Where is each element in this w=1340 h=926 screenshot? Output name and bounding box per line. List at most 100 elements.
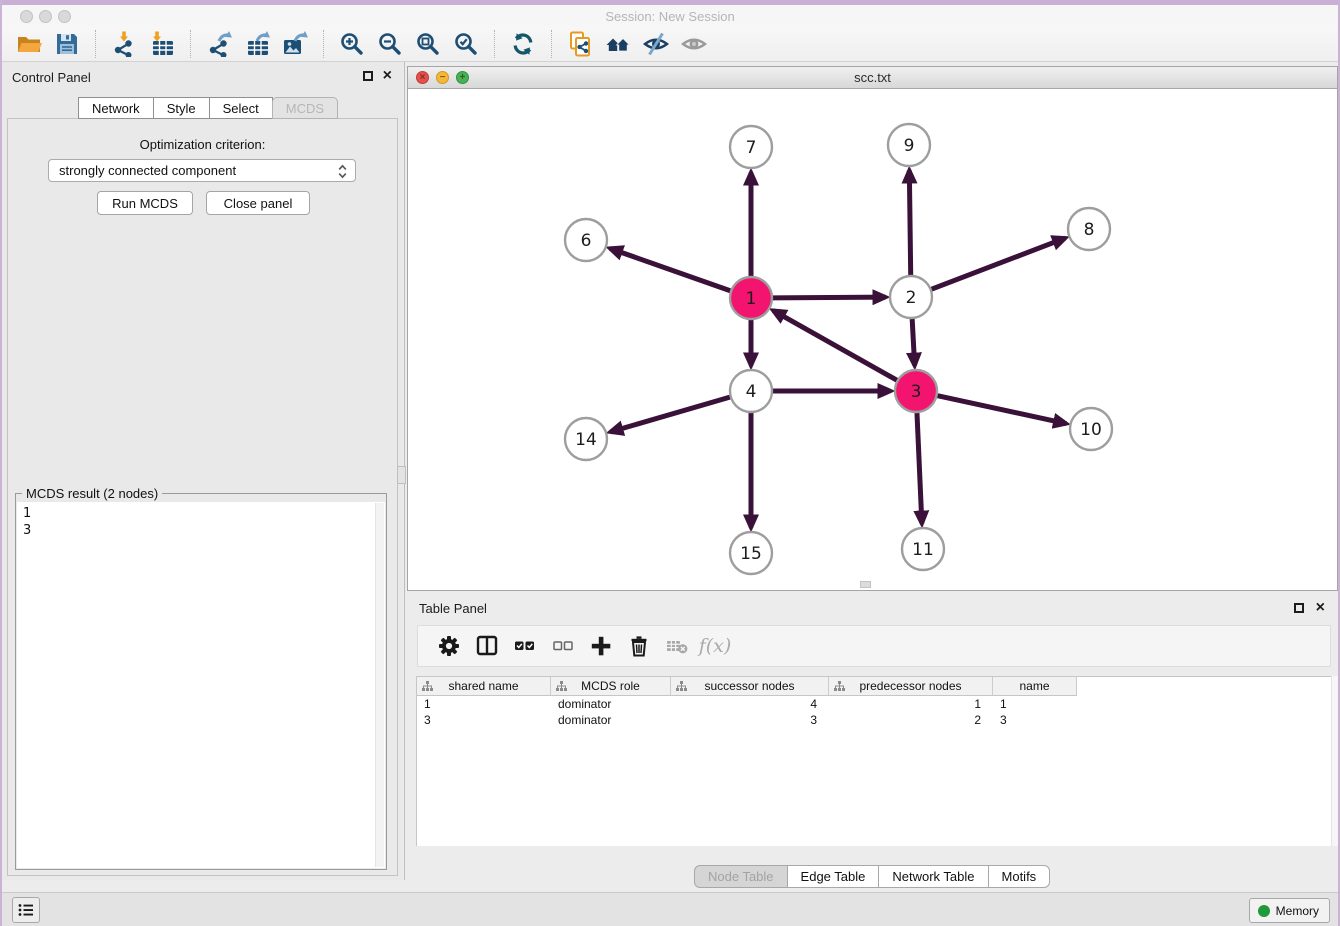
graph-node-9[interactable]: 9 (888, 124, 930, 166)
table-toolbar: f(x) (417, 625, 1331, 667)
zoom-fit-icon[interactable] (412, 29, 444, 59)
graph-node-1[interactable]: 1 (730, 277, 772, 319)
graph-node-2[interactable]: 2 (890, 276, 932, 318)
tab-motifs[interactable]: Motifs (988, 865, 1051, 888)
graph-edge-2-3[interactable] (912, 319, 914, 366)
graph-edge-3-10[interactable] (937, 396, 1066, 424)
export-table-icon[interactable] (241, 29, 273, 59)
graph-edge-1-6[interactable] (610, 248, 730, 290)
import-table-icon[interactable] (146, 29, 178, 59)
float-table-panel-icon[interactable] (1294, 603, 1304, 613)
table-cell[interactable]: 1 (993, 696, 1077, 712)
svg-text:9: 9 (904, 136, 915, 156)
graph-node-10[interactable]: 10 (1070, 408, 1112, 450)
task-history-button[interactable] (12, 897, 40, 923)
criterion-select[interactable]: strongly connected component (48, 159, 356, 182)
table-row[interactable]: 3dominator323 (417, 712, 1332, 728)
zoom-selected-icon[interactable] (450, 29, 482, 59)
settings-icon[interactable] (434, 632, 464, 660)
tab-style[interactable]: Style (153, 97, 210, 119)
result-scrollbar[interactable] (375, 503, 384, 867)
network-window-titlebar[interactable]: × − + scc.txt (408, 67, 1337, 89)
memory-button[interactable]: Memory (1249, 898, 1330, 923)
table-cell[interactable]: dominator (551, 696, 671, 712)
graph-node-15[interactable]: 15 (730, 532, 772, 574)
close-panel-icon[interactable]: × (383, 67, 392, 85)
column-header-predecessor-nodes[interactable]: predecessor nodes (829, 677, 993, 696)
table-cell[interactable]: 3 (417, 712, 551, 728)
tab-select[interactable]: Select (209, 97, 273, 119)
select-all-icon[interactable] (510, 632, 540, 660)
graph-edge-4-14[interactable] (610, 397, 729, 432)
mcds-result-title: MCDS result (2 nodes) (22, 486, 162, 501)
show-glyphs-icon[interactable] (678, 29, 710, 59)
table-cell[interactable]: dominator (551, 712, 671, 728)
home-icon[interactable] (602, 29, 634, 59)
control-panel-header: Control Panel × (2, 62, 403, 92)
criterion-value: strongly connected component (59, 163, 236, 178)
toolbar-separator (551, 30, 552, 58)
import-network-icon[interactable] (108, 29, 140, 59)
column-header-successor-nodes[interactable]: successor nodes (671, 677, 829, 696)
table-header-row: shared nameMCDS rolesuccessor nodesprede… (417, 677, 1332, 696)
table-panel: Table Panel × f(x) shared nameMCDS roles… (407, 595, 1338, 888)
graph-node-6[interactable]: 6 (565, 219, 607, 261)
control-panel-tabs: NetworkStyleSelectMCDS (79, 97, 338, 119)
graph-edge-2-9[interactable] (909, 170, 910, 275)
optimization-criterion-label: Optimization criterion: (8, 137, 397, 152)
save-session-icon[interactable] (51, 29, 83, 59)
zoom-out-icon[interactable] (374, 29, 406, 59)
graph-node-11[interactable]: 11 (902, 528, 944, 570)
chevron-updown-icon (338, 164, 347, 182)
export-image-icon[interactable] (279, 29, 311, 59)
table-cell[interactable]: 4 (671, 696, 829, 712)
toolbar-separator (323, 30, 324, 58)
column-header-mcds-role[interactable]: MCDS role (551, 677, 671, 696)
close-panel-button[interactable]: Close panel (206, 191, 310, 215)
network-view-window: × − + scc.txt 7 9 6 8 1 2 4 3 14 10 15 11 (407, 66, 1338, 591)
graph-edge-1-2[interactable] (773, 297, 886, 298)
graph-node-7[interactable]: 7 (730, 126, 772, 168)
tab-network-table[interactable]: Network Table (878, 865, 988, 888)
column-header-shared-name[interactable]: shared name (417, 677, 551, 696)
zoom-in-icon[interactable] (336, 29, 368, 59)
refresh-view-icon[interactable] (507, 29, 539, 59)
graph-edge-3-1[interactable] (773, 311, 897, 381)
graph-node-4[interactable]: 4 (730, 370, 772, 412)
mcds-result-text[interactable]: 1 3 (17, 502, 385, 868)
memory-label: Memory (1276, 904, 1319, 918)
network-canvas[interactable]: 7 9 6 8 1 2 4 3 14 10 15 11 (408, 89, 1337, 590)
export-network-icon[interactable] (203, 29, 235, 59)
network-view-title: scc.txt (408, 70, 1337, 85)
graph-node-8[interactable]: 8 (1068, 208, 1110, 250)
table-cell[interactable]: 1 (417, 696, 551, 712)
tab-edge-table[interactable]: Edge Table (787, 865, 880, 888)
add-column-icon[interactable] (586, 632, 616, 660)
table-cell[interactable]: 2 (829, 712, 993, 728)
table-cell[interactable]: 1 (829, 696, 993, 712)
open-session-icon[interactable] (13, 29, 45, 59)
run-mcds-button[interactable]: Run MCDS (97, 191, 193, 215)
canvas-scroll-grip[interactable] (860, 581, 871, 588)
split-view-icon[interactable] (472, 632, 502, 660)
tab-node-table[interactable]: Node Table (694, 865, 788, 888)
divider-grip[interactable] (397, 466, 406, 484)
graph-edge-3-11[interactable] (917, 413, 922, 524)
table-cell[interactable]: 3 (993, 712, 1077, 728)
float-panel-icon[interactable] (363, 71, 373, 81)
network-graph: 7 9 6 8 1 2 4 3 14 10 15 11 (408, 89, 1337, 590)
graph-node-3[interactable]: 3 (895, 370, 937, 412)
table-row[interactable]: 1dominator411 (417, 696, 1332, 712)
delete-column-icon[interactable] (624, 632, 654, 660)
tab-mcds[interactable]: MCDS (272, 97, 338, 119)
graph-node-14[interactable]: 14 (565, 418, 607, 460)
tab-network[interactable]: Network (78, 97, 154, 119)
close-table-panel-icon[interactable]: × (1316, 599, 1325, 617)
clear-selection-icon[interactable] (548, 632, 578, 660)
hide-glyphs-icon[interactable] (640, 29, 672, 59)
clone-network-icon[interactable] (564, 29, 596, 59)
graph-edge-2-8[interactable] (932, 238, 1066, 289)
table-cell[interactable]: 3 (671, 712, 829, 728)
column-header-name[interactable]: name (993, 677, 1077, 696)
table-scrollbar[interactable] (1331, 676, 1338, 846)
